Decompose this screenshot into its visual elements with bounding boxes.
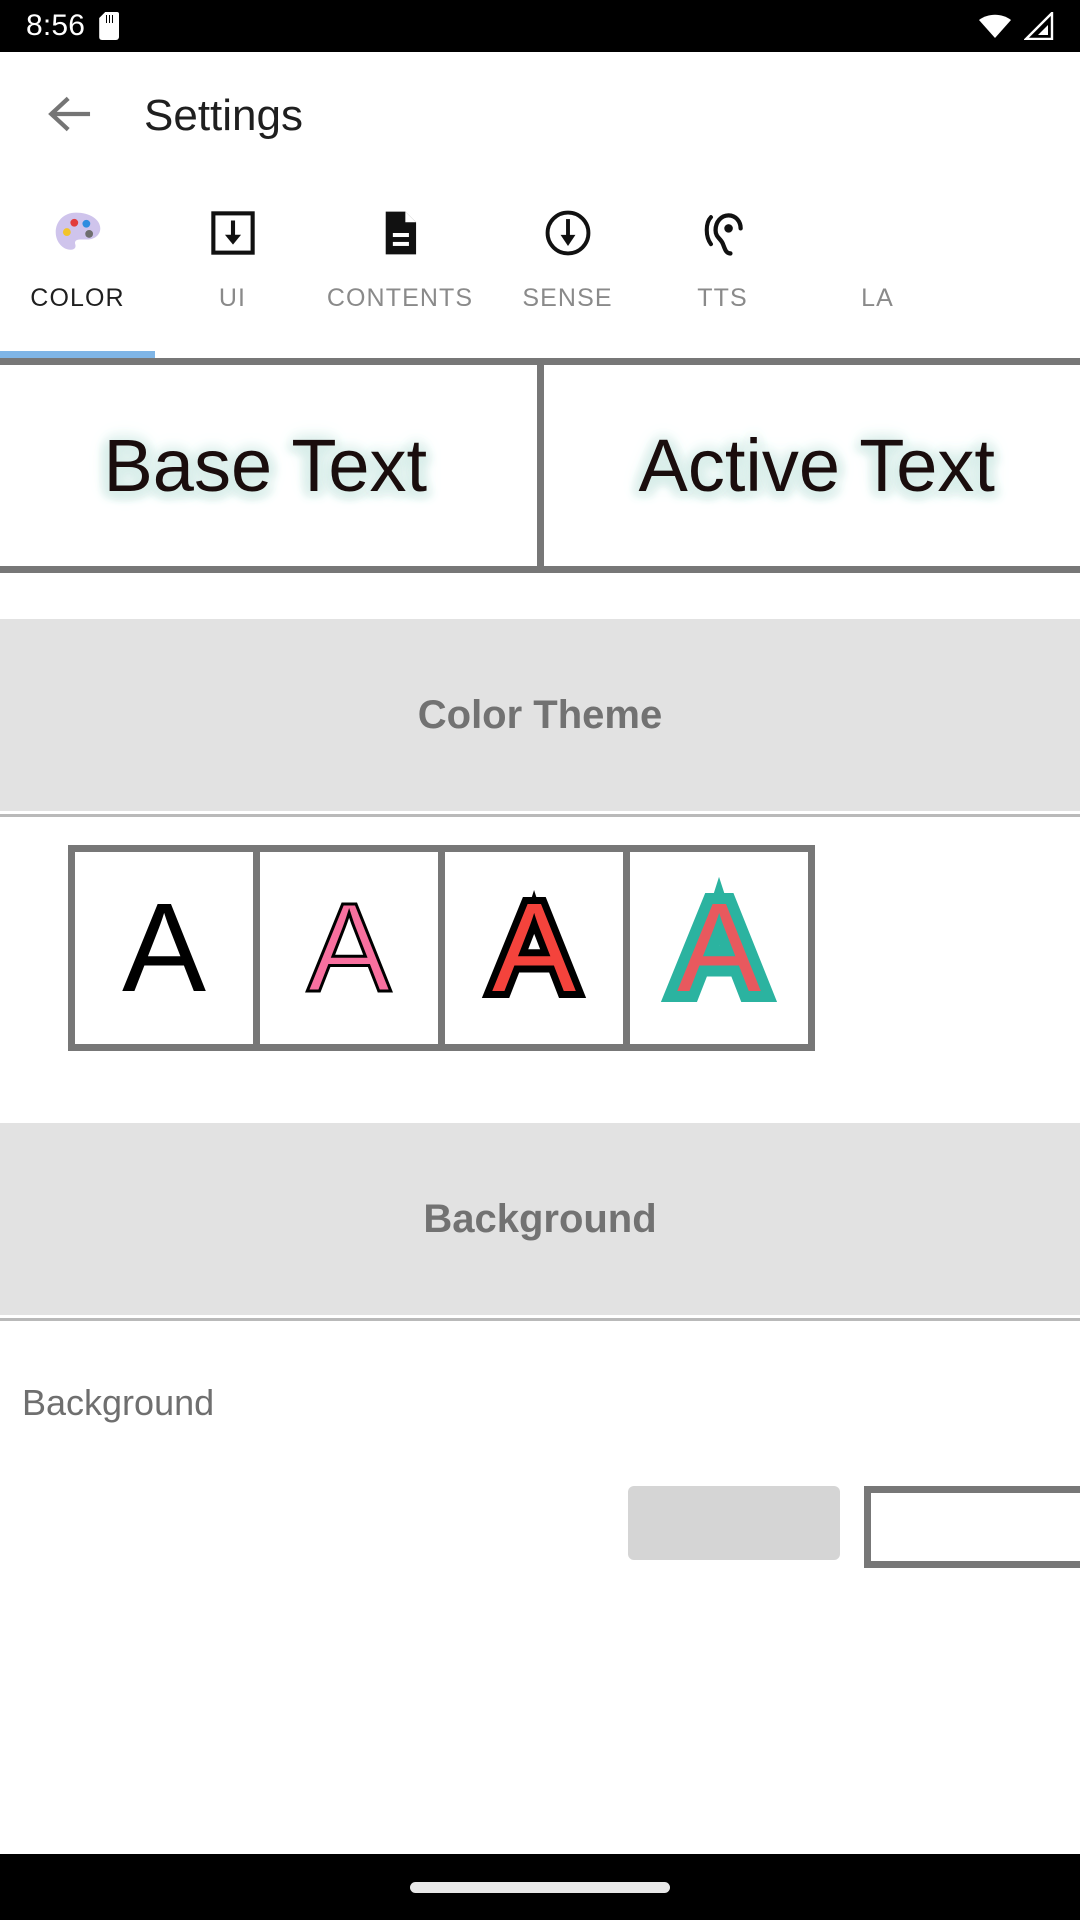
- sd-card-icon: [99, 12, 120, 40]
- status-bar: 8:56: [0, 0, 1080, 52]
- page-title: Settings: [144, 91, 303, 140]
- back-arrow-icon: [43, 88, 95, 145]
- tab-label-sense: SENSE: [522, 284, 613, 312]
- system-navigation-bar: [0, 1854, 1080, 1920]
- theme-swatch-teal[interactable]: A: [630, 852, 808, 1044]
- color-theme-swatch-row[interactable]: A A A A: [68, 845, 815, 1051]
- palette-icon: [47, 202, 109, 264]
- back-button[interactable]: [38, 85, 100, 147]
- spacer-above-background: [0, 1055, 1080, 1123]
- wifi-icon: [978, 13, 1012, 39]
- theme-swatch-red[interactable]: A: [445, 852, 623, 1044]
- background-title: Background: [423, 1196, 657, 1241]
- background-chip-white[interactable]: [864, 1486, 1080, 1568]
- tab-contents[interactable]: CONTENTS: [310, 180, 490, 358]
- tab-tts[interactable]: TTS: [645, 180, 800, 358]
- tab-label-tts: TTS: [697, 284, 748, 312]
- circle-down-arrow-icon: [537, 202, 599, 264]
- status-bar-right: [978, 0, 1054, 52]
- theme-swatch-pink-glyph: A: [305, 877, 392, 1018]
- background-chip-gray[interactable]: [628, 1486, 840, 1560]
- cut-off-icon: [847, 202, 909, 264]
- theme-swatch-red-glyph: A: [485, 877, 583, 1018]
- base-text-sample: Base Text: [103, 424, 428, 507]
- status-clock: 8:56: [26, 9, 86, 42]
- settings-tab-bar[interactable]: COLOR UI CONTENTS SENSE TTS LA: [0, 180, 1080, 358]
- divider-below-color-theme: [0, 811, 1080, 820]
- theme-swatch-black-glyph: A: [121, 877, 207, 1018]
- tab-la-partial[interactable]: LA: [800, 180, 955, 358]
- active-text-sample: Active Text: [638, 424, 995, 507]
- text-preview-row: Base Text Active Text: [0, 358, 1080, 573]
- status-bar-left: 8:56: [26, 9, 120, 43]
- document-icon: [369, 202, 431, 264]
- color-theme-swatch-area: A A A A: [0, 820, 1080, 1055]
- color-theme-title: Color Theme: [417, 692, 663, 737]
- theme-swatch-pink[interactable]: A: [260, 852, 438, 1044]
- tab-color[interactable]: COLOR: [0, 180, 155, 358]
- theme-swatch-black[interactable]: A: [75, 852, 253, 1044]
- theme-swatch-teal-glyph: A: [666, 874, 772, 1022]
- ear-hearing-icon: [692, 202, 754, 264]
- tab-sense[interactable]: SENSE: [490, 180, 645, 358]
- app-bar: Settings: [0, 52, 1080, 180]
- tab-label-color: COLOR: [30, 284, 125, 312]
- background-row-label: Background: [22, 1382, 215, 1423]
- tab-label-contents: CONTENTS: [326, 284, 474, 312]
- background-header: Background: [0, 1123, 1080, 1315]
- tab-label-ui: UI: [218, 284, 247, 312]
- tab-label-la-partial: LA: [861, 284, 894, 312]
- base-text-preview[interactable]: Base Text: [0, 365, 537, 566]
- home-indicator-pill[interactable]: [410, 1881, 670, 1893]
- spacer-above-color-theme: [0, 573, 1080, 619]
- tab-ui[interactable]: UI: [155, 180, 310, 358]
- background-swatch-group[interactable]: [628, 1486, 1080, 1568]
- tab-active-indicator: [0, 351, 155, 358]
- cellular-signal-icon: [1023, 10, 1054, 41]
- color-theme-header: Color Theme: [0, 619, 1080, 811]
- divider-below-background: [0, 1315, 1080, 1324]
- active-text-preview[interactable]: Active Text: [543, 365, 1080, 566]
- background-setting-row[interactable]: Background: [0, 1324, 1080, 1634]
- box-down-arrow-icon: [202, 202, 264, 264]
